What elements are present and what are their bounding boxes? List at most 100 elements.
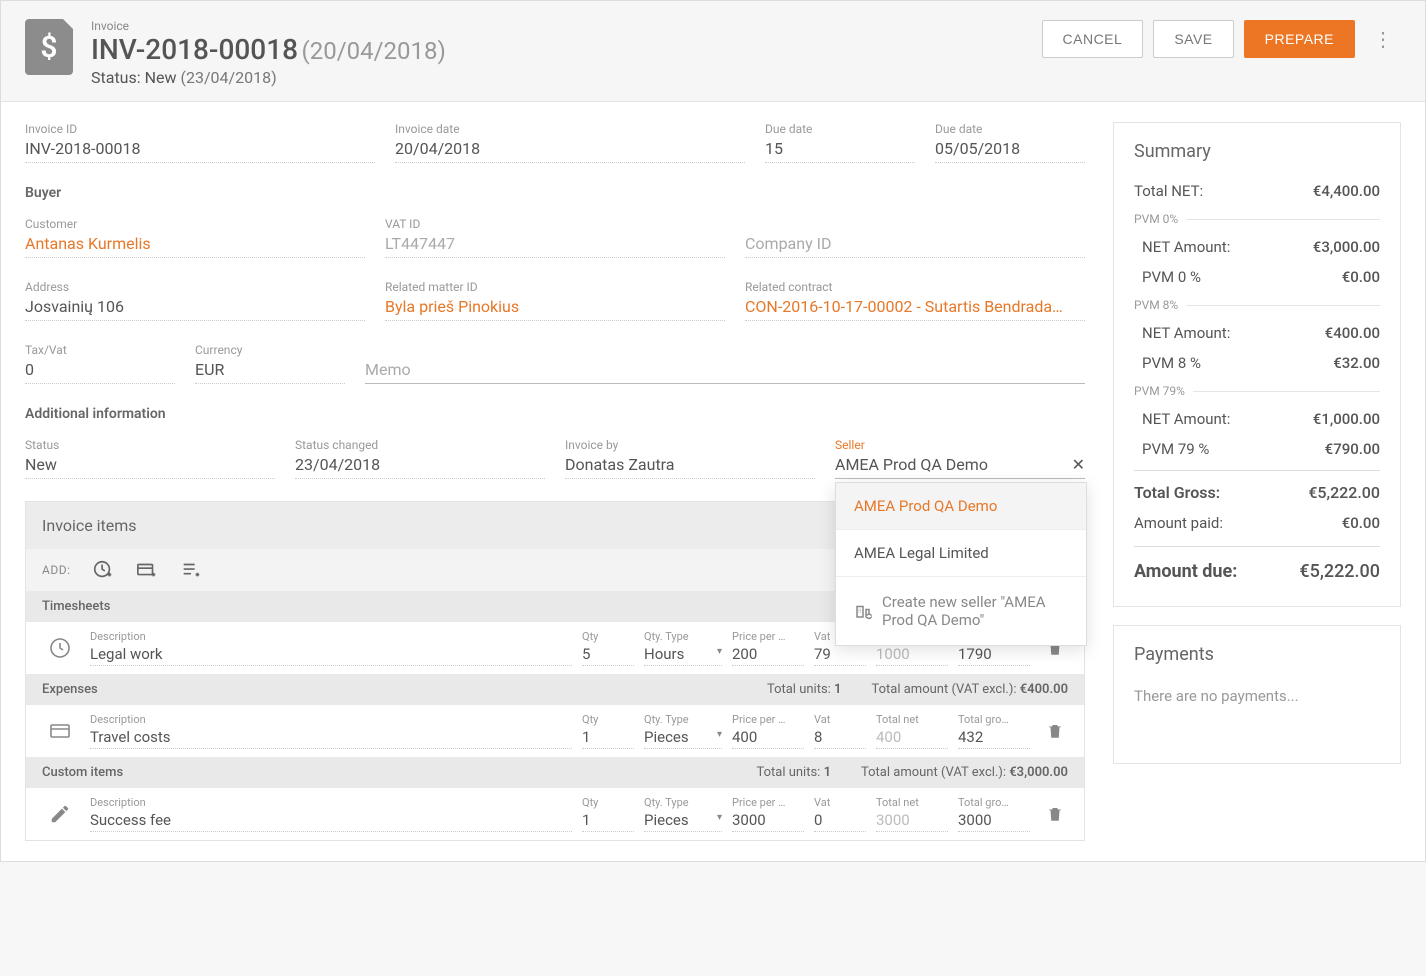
item-row-custom: DescriptionSuccess fee Qty1 Qty. TypePie… — [26, 788, 1084, 840]
invoice-id-field[interactable]: INV-2018-00018 — [25, 139, 375, 163]
due-date-field[interactable]: 05/05/2018 — [935, 139, 1085, 163]
status-changed-label: Status changed — [295, 438, 545, 452]
clock-icon — [40, 636, 80, 660]
contract-label: Related contract — [745, 280, 1085, 294]
payments-title: Payments — [1134, 644, 1380, 665]
r1-qtytype[interactable]: Hours — [644, 645, 722, 666]
group-expenses-header: Expenses Total units: 1 Total amount (VA… — [26, 674, 1084, 705]
pencil-icon — [40, 803, 80, 825]
r3-net: 3000 — [876, 811, 948, 832]
summary-total-net: €4,400.00 — [1313, 182, 1380, 200]
invoice-date-field[interactable]: 20/04/2018 — [395, 139, 745, 163]
summary-title: Summary — [1134, 141, 1380, 162]
invoice-id-label: Invoice ID — [25, 122, 375, 136]
group-custom-label: Custom items — [42, 765, 123, 780]
r2-qty[interactable]: 1 — [582, 728, 634, 749]
r1-net: 1000 — [876, 645, 948, 666]
invoice-by-field[interactable]: Donatas Zautra — [565, 455, 815, 479]
r3-desc[interactable]: Success fee — [90, 811, 572, 832]
r3-gross: 3000 — [958, 811, 1030, 832]
seller-option-2[interactable]: AMEA Legal Limited — [836, 530, 1086, 577]
status-value: New — [145, 68, 177, 87]
invoice-by-label: Invoice by — [565, 438, 815, 452]
memo-label — [365, 343, 1085, 357]
page-title-date: (20/04/2018) — [302, 37, 446, 65]
status-date: (23/04/2018) — [180, 68, 276, 87]
seller-combobox[interactable]: AMEA Prod QA Demo ✕ — [835, 455, 1085, 479]
delete-row-icon[interactable] — [1040, 805, 1070, 823]
company-id-label — [745, 217, 1085, 231]
summary-due: €5,222.00 — [1299, 561, 1380, 582]
r3-qty[interactable]: 1 — [582, 811, 634, 832]
more-menu-icon[interactable]: ⋮ — [1365, 19, 1401, 59]
add-expense-icon[interactable] — [136, 559, 158, 581]
memo-field[interactable]: Memo — [365, 360, 1085, 384]
invoice-doc-icon: $ — [25, 19, 73, 75]
item-row-expense: DescriptionTravel costs Qty1 Qty. TypePi… — [26, 705, 1084, 757]
taxvat-label: Tax/Vat — [25, 343, 175, 357]
vat-id-field[interactable]: LT447447 — [385, 234, 725, 258]
currency-label: Currency — [195, 343, 345, 357]
save-button[interactable]: SAVE — [1153, 20, 1233, 58]
seller-value: AMEA Prod QA Demo — [835, 455, 988, 474]
contract-field[interactable]: CON-2016-10-17-00002 - Sutartis Bendrada… — [745, 297, 1085, 321]
pvm8-sep: PVM 8% — [1134, 298, 1380, 312]
buyer-section-title: Buyer — [25, 185, 1085, 201]
r2-desc[interactable]: Travel costs — [90, 728, 572, 749]
summary-card: Summary Total NET:€4,400.00 PVM 0% NET A… — [1113, 122, 1401, 607]
seller-option-1[interactable]: AMEA Prod QA Demo — [836, 483, 1086, 530]
r3-price[interactable]: 3000 — [732, 811, 804, 832]
prepare-button[interactable]: PREPARE — [1244, 20, 1355, 58]
due-days-label: Due date — [765, 122, 915, 136]
r3-vat[interactable]: 0 — [814, 811, 866, 832]
r2-net: 400 — [876, 728, 948, 749]
status-label: Status: — [91, 68, 141, 87]
invoice-date-label: Invoice date — [395, 122, 745, 136]
doc-type-label: Invoice — [91, 19, 446, 33]
payments-empty: There are no payments... — [1134, 679, 1380, 745]
address-field[interactable]: Josvainių 106 — [25, 297, 365, 321]
r1-desc[interactable]: Legal work — [90, 645, 572, 666]
payments-card: Payments There are no payments... — [1113, 625, 1401, 764]
r2-vat[interactable]: 8 — [814, 728, 866, 749]
seller-dropdown: AMEA Prod QA Demo AMEA Legal Limited Cre… — [835, 482, 1087, 646]
r1-qty[interactable]: 5 — [582, 645, 634, 666]
add-timesheet-icon[interactable] — [92, 559, 114, 581]
group-custom-header: Custom items Total units: 1 Total amount… — [26, 757, 1084, 788]
page-title: INV-2018-00018 — [91, 33, 298, 66]
currency-select[interactable]: EUR — [195, 360, 345, 384]
group-expenses-label: Expenses — [42, 682, 98, 697]
company-id-field[interactable]: Company ID — [745, 234, 1085, 258]
due-days-field[interactable]: 15 — [765, 139, 915, 163]
add-custom-icon[interactable] — [180, 559, 202, 581]
customer-field[interactable]: Antanas Kurmelis — [25, 234, 365, 258]
page-header: $ Invoice INV-2018-00018 (20/04/2018) St… — [1, 1, 1425, 102]
r1-price[interactable]: 200 — [732, 645, 804, 666]
add-label: ADD: — [42, 563, 70, 577]
group-timesheets-label: Timesheets — [42, 599, 110, 614]
addinfo-section-title: Additional information — [25, 406, 1085, 422]
clear-seller-icon[interactable]: ✕ — [1072, 455, 1085, 474]
status2-label: Status — [25, 438, 275, 452]
summary-gross: €5,222.00 — [1308, 483, 1380, 502]
r2-price[interactable]: 400 — [732, 728, 804, 749]
pvm0-sep: PVM 0% — [1134, 212, 1380, 226]
create-seller-option[interactable]: Create new seller "AMEA Prod QA Demo" — [836, 577, 1086, 645]
r3-qtytype[interactable]: Pieces — [644, 811, 722, 832]
matter-field[interactable]: Byla prieš Pinokius — [385, 297, 725, 321]
r2-qtytype[interactable]: Pieces — [644, 728, 722, 749]
address-label: Address — [25, 280, 365, 294]
delete-row-icon[interactable] — [1040, 722, 1070, 740]
due-date-label: Due date — [935, 122, 1085, 136]
r1-vat[interactable]: 79 — [814, 645, 866, 666]
taxvat-field[interactable]: 0 — [25, 360, 175, 384]
building-add-icon — [854, 602, 872, 620]
status-changed-field: 23/04/2018 — [295, 455, 545, 479]
pvm79-sep: PVM 79% — [1134, 384, 1380, 398]
status2-field: New — [25, 455, 275, 479]
r2-gross: 432 — [958, 728, 1030, 749]
r1-gross: 1790 — [958, 645, 1030, 666]
card-icon — [40, 719, 80, 743]
create-seller-label: Create new seller "AMEA Prod QA Demo" — [882, 593, 1068, 629]
cancel-button[interactable]: CANCEL — [1042, 20, 1144, 58]
